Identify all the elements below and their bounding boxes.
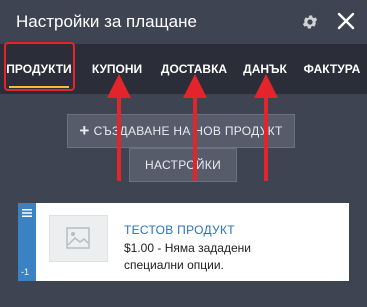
payment-settings-panel: Настройки за плащане ПРОДУКТИ КУПОНИ ДОС… [0,0,367,307]
annotation-arrows [107,74,278,181]
